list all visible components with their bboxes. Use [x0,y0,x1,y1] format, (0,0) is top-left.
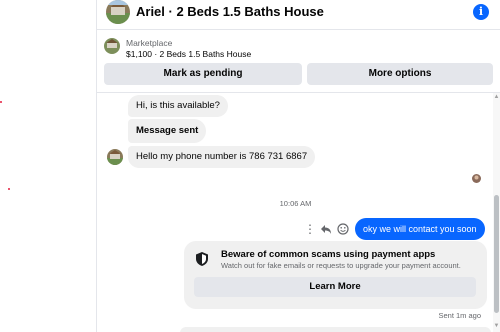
partial-next-message [180,327,491,332]
listing-thumbnail[interactable] [104,38,120,54]
outgoing-message[interactable]: oky we will contact you soon [355,218,485,240]
contact-avatar[interactable] [106,0,130,24]
conversation-list-panel [0,0,96,332]
incoming-message[interactable]: Message sent [128,119,207,143]
messenger-window: Ariel · 2 Beds 1.5 Baths House i Marketp… [0,0,500,332]
shield-icon [194,251,210,267]
message-timestamp: 10:06 AM [279,199,312,208]
warning-subtitle: Watch out for fake emails or requests to… [221,261,461,270]
scam-warning-card: Beware of common scams using payment app… [184,241,487,309]
scroll-down-arrow-icon[interactable]: ▼ [493,322,500,330]
unread-indicator-dot [8,188,10,190]
mark-as-pending-button[interactable]: Mark as pending [104,63,302,85]
more-dots-icon[interactable]: ⋮ [304,223,316,237]
more-options-button[interactable]: More options [307,63,493,85]
sent-status: Sent 1m ago [438,311,481,320]
scrollbar-thumb[interactable] [494,195,499,313]
listing-price-title[interactable]: $1,100 · 2 Beds 1.5 Baths House [126,49,251,59]
scroll-up-arrow-icon[interactable]: ▲ [493,93,500,101]
message-thread: Hi, is this available? Message sent Hell… [97,93,494,332]
warning-title: Beware of common scams using payment app… [221,249,436,260]
unread-indicator-dot [0,101,2,103]
chat-title[interactable]: Ariel · 2 Beds 1.5 Baths House [136,4,324,19]
info-icon[interactable]: i [473,4,489,20]
sender-avatar[interactable] [107,149,123,165]
marketplace-label: Marketplace [126,38,173,48]
react-smiley-icon[interactable] [337,223,349,237]
chat-header: Ariel · 2 Beds 1.5 Baths House i [97,0,500,30]
marketplace-listing-card: Marketplace $1,100 · 2 Beds 1.5 Baths Ho… [97,31,500,91]
read-receipt-avatar [472,174,481,183]
reply-icon[interactable] [320,223,332,237]
incoming-message[interactable]: Hello my phone number is 786 731 6867 [128,146,316,168]
learn-more-button[interactable]: Learn More [194,277,476,297]
incoming-message[interactable]: Hi, is this available? [128,95,228,117]
